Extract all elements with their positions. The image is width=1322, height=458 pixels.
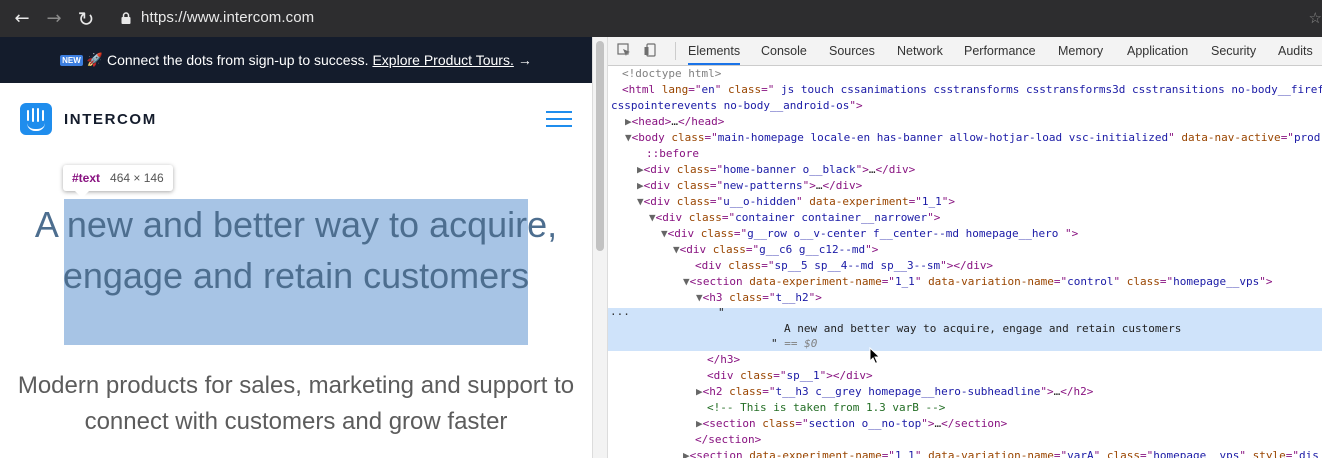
tooltip-arrow: [75, 191, 89, 198]
dom-node-home-banner[interactable]: ▶<div class="home-banner o__black">…</di…: [637, 162, 915, 178]
tab-application[interactable]: Application: [1127, 37, 1188, 65]
tooltip-node-type: #text: [72, 171, 101, 185]
more-actions-icon[interactable]: ···: [610, 309, 630, 320]
dom-node-hidden[interactable]: ▼<div class="u__o-hidden" data-experimen…: [637, 194, 955, 210]
page-viewport: NEW 🚀 Connect the dots from sign-up to s…: [0, 37, 592, 458]
tooltip-node-size: 464 × 146: [110, 171, 164, 185]
dom-node-h3[interactable]: ▼<h3 class="t__h2">: [696, 290, 822, 306]
tab-network[interactable]: Network: [897, 37, 943, 65]
menu-hamburger-icon[interactable]: [546, 111, 572, 127]
dom-node-h2[interactable]: ▶<h2 class="t__h3 c__grey homepage__hero…: [696, 384, 1093, 400]
tab-audits[interactable]: Audits: [1278, 37, 1313, 65]
devtools-tab-bar: Elements Console Sources Network Perform…: [608, 37, 1322, 66]
dom-node-row[interactable]: ▼<div class="g__row o__v-center f__cente…: [661, 226, 1078, 242]
dom-comment[interactable]: <!-- This is taken from 1.3 varB -->: [707, 400, 945, 416]
address-bar[interactable]: https://www.intercom.com: [141, 9, 314, 26]
forward-icon[interactable]: →: [43, 8, 65, 30]
hero-title: A new and better way to acquire, engage …: [34, 204, 558, 296]
intercom-logo[interactable]: INTERCOM: [20, 103, 157, 135]
dom-node-spacer[interactable]: <div class="sp__5 sp__4--md sp__3--sm"><…: [695, 258, 993, 274]
bookmark-star-icon[interactable]: ☆: [1309, 9, 1322, 27]
dom-node-container[interactable]: ▼<div class="container container__narrow…: [649, 210, 940, 226]
inspect-tooltip: #text 464 × 146: [63, 165, 173, 191]
scrollbar-thumb[interactable]: [596, 41, 604, 251]
banner-link[interactable]: Explore Product Tours.: [372, 52, 513, 68]
tab-separator: [675, 42, 676, 60]
page-scrollbar[interactable]: [592, 37, 608, 458]
dom-node-section-no-top[interactable]: ▶<section class="section o__no-top">…</s…: [696, 416, 1007, 432]
tab-memory[interactable]: Memory: [1058, 37, 1103, 65]
dom-node-section-control[interactable]: ▼<section data-experiment-name="1_1" dat…: [683, 274, 1272, 290]
browser-toolbar: ← → ↻ https://www.intercom.com ☆: [0, 0, 1322, 37]
new-badge-icon: NEW: [60, 54, 83, 66]
rocket-icon: 🚀: [86, 52, 103, 67]
tab-performance[interactable]: Performance: [964, 37, 1036, 65]
dom-node-col[interactable]: ▼<div class="g__c6 g__c12--md">: [673, 242, 878, 258]
devtools-panel: Elements Console Sources Network Perform…: [608, 37, 1322, 458]
logo-text: INTERCOM: [64, 110, 157, 128]
dom-text-node[interactable]: A new and better way to acquire, engage …: [784, 321, 1181, 337]
dom-node-body[interactable]: ▼<body class="main-homepage locale-en ha…: [625, 130, 1320, 146]
dom-node-new-patterns[interactable]: ▶<div class="new-patterns">…</div>: [637, 178, 862, 194]
tab-security[interactable]: Security: [1211, 37, 1256, 65]
reload-icon[interactable]: ↻: [75, 8, 97, 30]
banner-text: Connect the dots from sign-up to success…: [107, 52, 369, 68]
dom-node-head[interactable]: ▶<head>…</head>: [625, 114, 724, 130]
dom-text-quote-open[interactable]: ": [718, 305, 725, 321]
dom-pseudo-before[interactable]: ::before: [646, 146, 699, 162]
tab-console[interactable]: Console: [761, 37, 807, 65]
dom-node-sp1[interactable]: <div class="sp__1"></div>: [707, 368, 873, 384]
dom-node-section-vara[interactable]: ▶<section data-experiment-name="1_1" dat…: [683, 448, 1319, 458]
dom-node-h3-close[interactable]: </h3>: [707, 352, 740, 368]
hero-subtitle: Modern products for sales, marketing and…: [17, 372, 575, 435]
mouse-cursor-icon: [869, 347, 881, 365]
back-icon[interactable]: ←: [11, 8, 33, 30]
tab-elements[interactable]: Elements: [688, 37, 741, 65]
dom-node-html-cont[interactable]: csspointerevents no-body__android-os">: [611, 98, 863, 114]
device-toggle-icon[interactable]: [644, 43, 658, 57]
lock-icon: [121, 12, 131, 24]
tab-sources[interactable]: Sources: [829, 37, 875, 65]
announcement-banner: NEW 🚀 Connect the dots from sign-up to s…: [0, 37, 592, 83]
arrow-icon: →: [517, 52, 532, 68]
inspect-element-icon[interactable]: [617, 43, 631, 57]
dom-node-html[interactable]: <html lang="en" class=" js touch cssanim…: [622, 82, 1322, 98]
dom-doctype[interactable]: <!doctype html>: [622, 66, 721, 82]
dom-text-quote-close[interactable]: " == $0: [771, 336, 817, 352]
dom-node-section-close[interactable]: </section>: [695, 432, 761, 448]
logo-mark-icon: [20, 103, 52, 135]
